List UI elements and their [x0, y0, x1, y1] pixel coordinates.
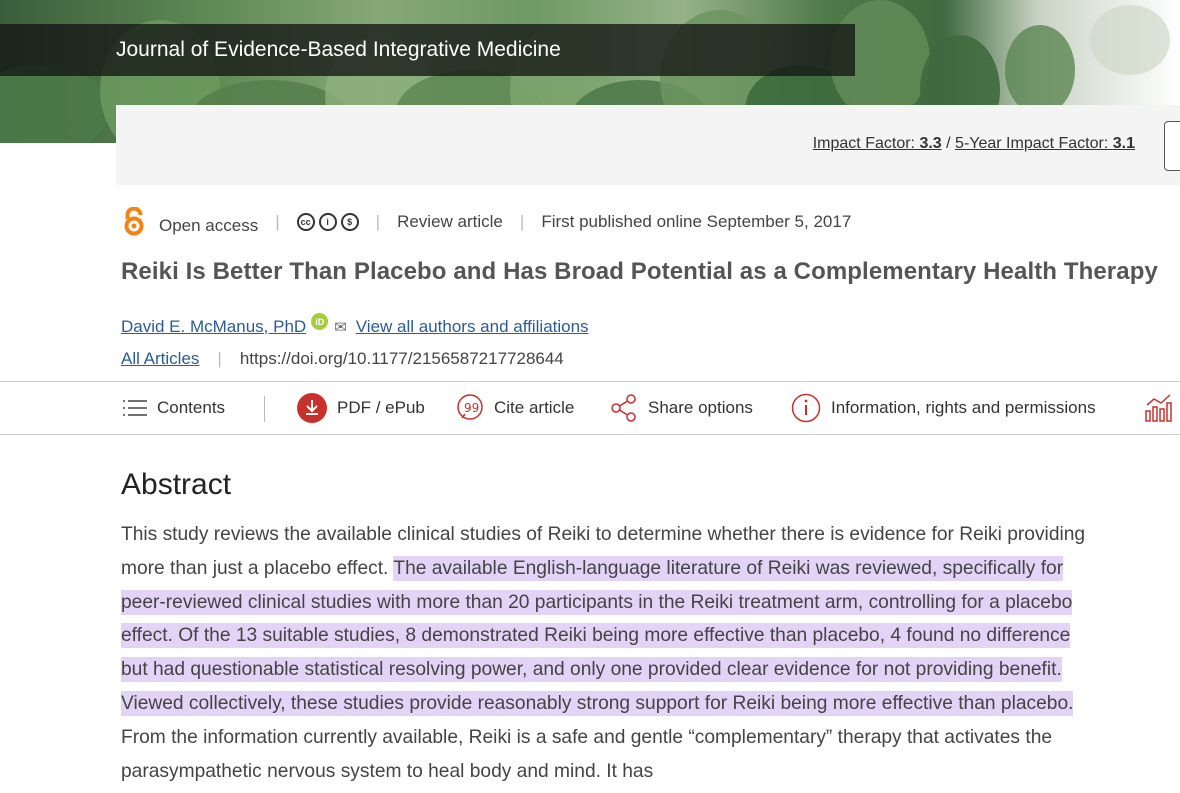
- quote-icon: 99: [456, 394, 484, 422]
- impact-factor-card: Impact Factor: 3.3 / 5-Year Impact Facto…: [116, 105, 1180, 185]
- five-year-impact-factor-link[interactable]: 5-Year Impact Factor: 3.1: [955, 135, 1135, 152]
- metrics-button[interactable]: [1144, 382, 1180, 434]
- doi-text[interactable]: https://doi.org/10.1177/2156587217728644: [240, 349, 564, 369]
- journal-menu-button[interactable]: [1164, 121, 1180, 171]
- author-link[interactable]: David E. McManus, PhD: [121, 317, 306, 337]
- pdf-epub-label: PDF / ePub: [337, 398, 425, 417]
- svg-text:99: 99: [464, 401, 479, 415]
- contents-label: Contents: [157, 398, 226, 417]
- abstract-text: This study reviews the available clinica…: [121, 518, 1096, 788]
- article-type: Review article: [397, 212, 503, 231]
- meta-divider: |: [275, 212, 280, 231]
- open-access-icon: [124, 207, 144, 236]
- journal-title[interactable]: Journal of Evidence-Based Integrative Me…: [116, 38, 561, 62]
- doi-divider: |: [217, 349, 222, 368]
- abstract-heading: Abstract: [121, 468, 232, 501]
- cc-icon: cc: [296, 213, 315, 231]
- contents-button[interactable]: Contents: [123, 382, 225, 434]
- doi-row: All Articles | https://doi.org/10.1177/2…: [121, 349, 564, 369]
- published-date: First published online September 5, 2017: [541, 212, 852, 231]
- article-title: Reiki Is Better Than Placebo and Has Bro…: [121, 258, 1158, 285]
- article-meta-row: Open access | cc i $ | Review article | …: [121, 205, 851, 239]
- abstract-highlighted-text: The available English-language literatur…: [121, 555, 1074, 716]
- impact-separator: /: [946, 135, 951, 152]
- download-icon: [297, 393, 327, 423]
- all-articles-link[interactable]: All Articles: [121, 349, 199, 369]
- open-access-label: Open access: [159, 216, 259, 235]
- cite-article-label: Cite article: [494, 398, 575, 417]
- share-icon: [610, 393, 638, 423]
- metrics-chart-icon: [1144, 393, 1172, 423]
- toolbar-divider: [264, 396, 265, 422]
- attribution-icon: i: [318, 213, 337, 231]
- view-all-authors-link[interactable]: View all authors and affiliations: [356, 317, 589, 337]
- info-icon: [791, 393, 821, 423]
- impact-factor: Impact Factor: 3.3 / 5-Year Impact Facto…: [813, 135, 1135, 153]
- pdf-epub-button[interactable]: PDF / ePub: [297, 382, 425, 434]
- authors-row: David E. McManus, PhD iD ✉ View all auth…: [121, 313, 589, 340]
- share-options-label: Share options: [648, 398, 753, 417]
- banner-spacer: [0, 143, 116, 185]
- article-toolbar: Contents PDF / ePub 99 Cite article Shar…: [0, 381, 1180, 435]
- orcid-icon[interactable]: iD: [311, 313, 329, 330]
- meta-divider: |: [375, 212, 381, 231]
- noncommercial-icon: $: [340, 213, 359, 231]
- impact-factor-link[interactable]: Impact Factor: 3.3: [813, 135, 942, 152]
- cite-article-button[interactable]: 99 Cite article: [456, 382, 574, 434]
- share-options-button[interactable]: Share options: [610, 382, 753, 434]
- information-rights-label: Information, rights and permissions: [831, 398, 1096, 417]
- abstract-text-end: From the information currently available…: [121, 726, 1053, 782]
- license-icons[interactable]: cc i $: [296, 213, 359, 231]
- list-icon: [123, 398, 147, 418]
- mail-icon[interactable]: ✉: [334, 318, 347, 336]
- meta-divider: |: [519, 212, 525, 231]
- information-rights-button[interactable]: Information, rights and permissions: [791, 382, 1096, 434]
